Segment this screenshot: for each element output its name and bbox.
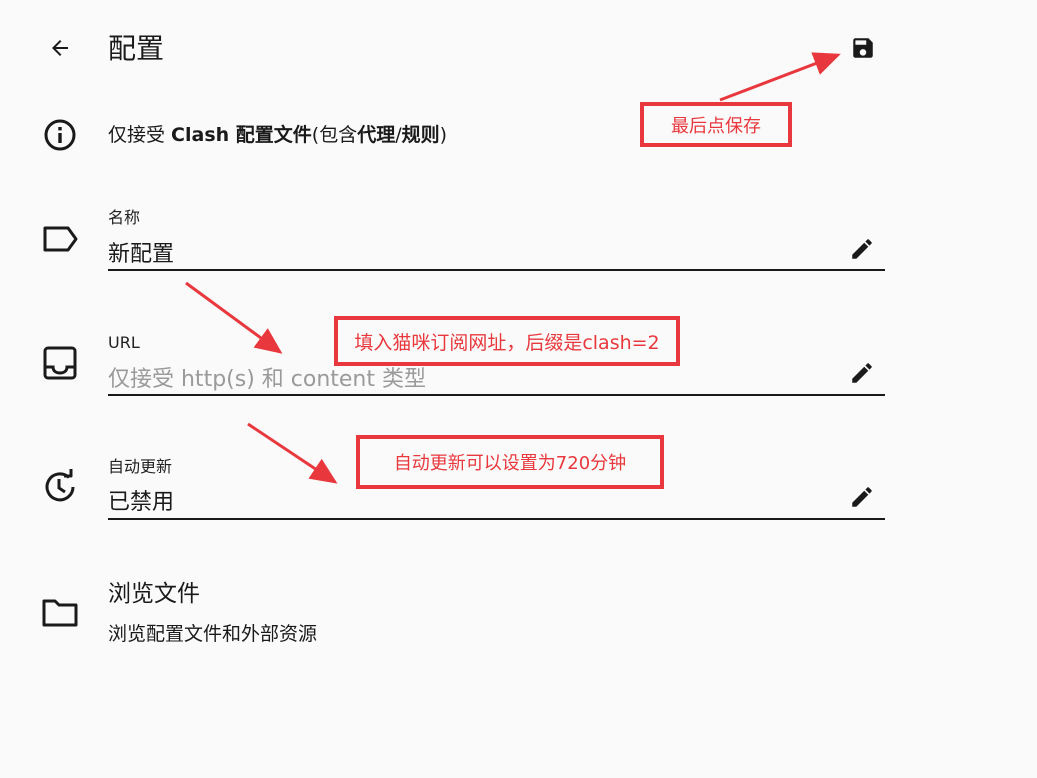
update-note-arrow	[247, 422, 338, 484]
name-field-input[interactable]: 新配置	[108, 240, 174, 270]
auto-update-label: 自动更新	[108, 457, 173, 476]
save-icon	[853, 38, 873, 58]
url-field-underline	[108, 394, 885, 396]
url-note-arrow	[185, 281, 283, 354]
folder-icon	[40, 593, 80, 633]
name-edit-button[interactable]	[847, 234, 877, 264]
browse-files-subtitle: 浏览配置文件和外部资源	[108, 623, 318, 645]
url-edit-button[interactable]	[847, 358, 877, 388]
auto-update-input[interactable]: 已禁用	[108, 488, 174, 518]
url-field-label: URL	[108, 333, 140, 352]
name-field-label: 名称	[108, 208, 141, 227]
info-icon	[40, 115, 80, 155]
url-note-box: 填入猫咪订阅网址，后缀是clash=2	[334, 316, 680, 366]
browse-files-title: 浏览文件	[108, 581, 200, 607]
pencil-icon	[852, 239, 872, 259]
back-button[interactable]	[42, 30, 78, 66]
inbox-icon	[40, 343, 80, 383]
update-icon	[40, 467, 80, 507]
save-note-arrow	[719, 52, 841, 102]
pencil-icon	[852, 363, 872, 383]
config-page: 配置 仅接受 Clash 配置文件(包含代理/规则) 名称 新配置 URL 仅接…	[0, 0, 1037, 778]
page-title: 配置	[108, 32, 165, 65]
name-field-underline	[108, 269, 885, 271]
url-field-input[interactable]: 仅接受 http(s) 和 content 类型	[108, 365, 426, 395]
save-note-box: 最后点保存	[640, 102, 792, 147]
pencil-icon	[852, 487, 872, 507]
update-note-box: 自动更新可以设置为720分钟	[356, 435, 664, 489]
save-button[interactable]	[845, 30, 881, 66]
auto-update-edit-button[interactable]	[847, 482, 877, 512]
label-icon	[40, 219, 80, 259]
arrow-back-icon	[52, 40, 68, 56]
auto-update-underline	[108, 518, 885, 520]
info-text: 仅接受 Clash 配置文件(包含代理/规则)	[108, 124, 448, 146]
